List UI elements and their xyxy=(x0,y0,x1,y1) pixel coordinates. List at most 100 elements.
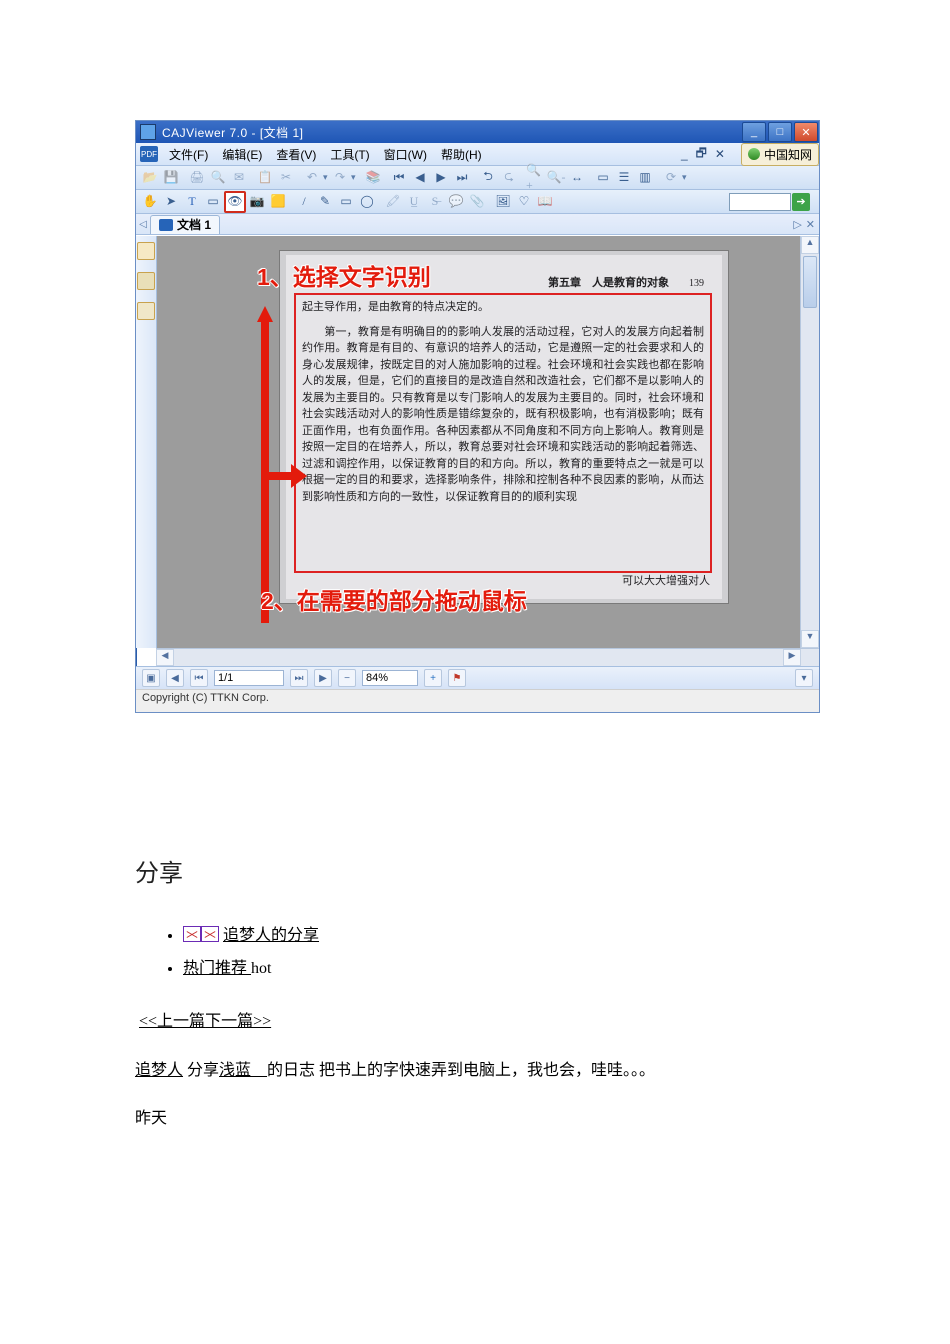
prev-page-icon[interactable]: ◀ xyxy=(410,168,430,188)
status-dropdown-icon[interactable]: ▾ xyxy=(795,669,813,687)
author-link[interactable]: 追梦人 xyxy=(135,1062,183,1079)
scroll-right-icon[interactable]: ▶ xyxy=(783,649,801,666)
menubar: PDF 文件(F) 编辑(E) 查看(V) 工具(T) 窗口(W) 帮助(H) … xyxy=(136,143,819,166)
doc-tab[interactable]: 文档 1 xyxy=(150,215,220,234)
first-page-icon[interactable]: ⏮ xyxy=(389,168,409,188)
menu-help[interactable]: 帮助(H) xyxy=(434,144,489,165)
ellipse-icon[interactable]: ◯ xyxy=(357,192,377,212)
zoom-out-btn-icon[interactable]: − xyxy=(338,669,356,687)
zoom-out-icon[interactable]: 🔍- xyxy=(546,168,566,188)
list-item: 追梦人的分享 xyxy=(183,922,820,951)
style-combo[interactable] xyxy=(729,193,791,211)
open-icon[interactable]: 📂 xyxy=(140,168,160,188)
prev-link[interactable]: <<上一篇 xyxy=(139,1013,205,1030)
highlight-icon[interactable]: 🖍 xyxy=(383,192,403,212)
ocr-selection-box: 起主导作用，是由教育的特点决定的。 第一，教育是有明确目的的影响人发展的活动过程… xyxy=(294,293,712,573)
layout-mode-icon[interactable]: ▣ xyxy=(142,669,160,687)
stamp-icon[interactable]: 🟨 xyxy=(268,192,288,212)
next-link[interactable]: 下一篇>> xyxy=(205,1013,271,1030)
statusbar: ▣ ◀ ⏮ ⏭ ▶ − + ⚑ ▾ xyxy=(136,666,819,689)
side-bookmark-icon[interactable] xyxy=(137,242,155,260)
zoom-field[interactable] xyxy=(362,670,418,686)
hot-link[interactable]: 热门推荐 xyxy=(183,960,251,977)
print-icon[interactable]: 🖨 xyxy=(187,168,207,188)
note-icon[interactable]: 💬 xyxy=(446,192,466,212)
next-page-icon[interactable]: ▶ xyxy=(431,168,451,188)
share-heading: 分享 xyxy=(135,853,820,896)
tab-scroll-left-icon[interactable]: ◁ xyxy=(136,219,150,230)
tab-scroll-right-icon[interactable]: ▷ xyxy=(793,218,801,231)
scroll-up-icon[interactable]: ▲ xyxy=(801,236,819,254)
forward-icon[interactable]: ⮎ xyxy=(499,168,519,188)
menu-edit[interactable]: 编辑(E) xyxy=(215,144,269,165)
page-prev-icon[interactable]: ◀ xyxy=(166,669,184,687)
attach-icon[interactable]: 📎 xyxy=(467,192,487,212)
pointer-tool-icon[interactable]: ➤ xyxy=(161,192,181,212)
underline-icon[interactable]: U̲ xyxy=(404,192,424,212)
hand-tool-icon[interactable]: ✋ xyxy=(140,192,160,212)
status-flag-icon[interactable]: ⚑ xyxy=(448,669,466,687)
go-button[interactable]: ➔ xyxy=(792,193,810,211)
tab-close-icon[interactable]: ✕ xyxy=(806,218,815,231)
redo-icon[interactable]: ↷ xyxy=(330,168,350,188)
scroll-left-icon[interactable]: ◀ xyxy=(156,649,174,666)
cnki-link[interactable]: 中国知网 xyxy=(741,143,819,166)
share-list: 追梦人的分享 热门推荐 hot xyxy=(135,922,820,984)
menu-file[interactable]: 文件(F) xyxy=(162,144,215,165)
line-icon[interactable]: / xyxy=(294,192,314,212)
broken-image-icon xyxy=(183,926,201,942)
hot-suffix: hot xyxy=(251,960,271,977)
layout-facing-icon[interactable]: ▥ xyxy=(635,168,655,188)
like-icon[interactable]: ♡ xyxy=(514,192,534,212)
zoom-in-icon[interactable]: 🔍+ xyxy=(525,168,545,188)
maximize-button[interactable]: □ xyxy=(768,122,792,142)
cut-icon[interactable]: ✂ xyxy=(276,168,296,188)
pencil-icon[interactable]: ✎ xyxy=(315,192,335,212)
back-icon[interactable]: ⮌ xyxy=(478,168,498,188)
book-icon[interactable]: 📚 xyxy=(363,168,383,188)
annotation-step1: 1、选择文字识别 xyxy=(257,258,431,292)
undo-icon[interactable]: ↶ xyxy=(302,168,322,188)
area-select-icon[interactable]: ▭ xyxy=(203,192,223,212)
mail-icon[interactable]: ✉ xyxy=(229,168,249,188)
toolbar-1: 📂 💾 🖨 🔍 ✉ 📋 ✂ ↶▾ ↷▾ 📚 ⏮ ◀ ▶ ⏭ ⮌ ⮎ 🔍+ 🔍- … xyxy=(136,166,819,190)
zoom-in-btn-icon[interactable]: + xyxy=(424,669,442,687)
doc-line-lead: 起主导作用，是由教育的特点决定的。 xyxy=(296,295,710,320)
layout-single-icon[interactable]: ▭ xyxy=(593,168,613,188)
scroll-down-icon[interactable]: ▼ xyxy=(801,630,819,648)
save-icon[interactable]: 💾 xyxy=(161,168,181,188)
mdi-minimize-button[interactable]: _ xyxy=(677,147,692,161)
side-thumbs-icon[interactable] xyxy=(137,272,155,290)
page-last-icon[interactable]: ⏭ xyxy=(290,669,308,687)
find-icon[interactable]: 🔍 xyxy=(208,168,228,188)
last-page-icon[interactable]: ⏭ xyxy=(452,168,472,188)
close-button[interactable]: ✕ xyxy=(794,122,818,142)
page-next-icon[interactable]: ▶ xyxy=(314,669,332,687)
source-link[interactable]: 浅蓝 xyxy=(219,1062,267,1079)
mdi-restore-button[interactable]: 🗗 xyxy=(692,144,711,165)
text-select-icon[interactable]: T xyxy=(182,192,202,212)
page-field[interactable] xyxy=(214,670,284,686)
snapshot-icon[interactable]: 📷 xyxy=(247,192,267,212)
layout-cont-icon[interactable]: ☰ xyxy=(614,168,634,188)
ocr-tool-icon[interactable]: 👁 xyxy=(224,191,246,213)
side-annot-icon[interactable] xyxy=(137,302,155,320)
menu-tools[interactable]: 工具(T) xyxy=(323,144,376,165)
vertical-scrollbar[interactable]: ▲ ▼ xyxy=(800,236,819,648)
canvas[interactable]: 第五章 人是教育的对象139 起主导作用，是由教育的特点决定的。 第一，教育是有… xyxy=(157,236,800,648)
page-first-icon[interactable]: ⏮ xyxy=(190,669,208,687)
horizontal-scrollbar[interactable]: ◀ ▶ xyxy=(156,648,819,666)
menu-view[interactable]: 查看(V) xyxy=(269,144,323,165)
scroll-thumb[interactable] xyxy=(803,256,817,308)
menu-window[interactable]: 窗口(W) xyxy=(377,144,434,165)
mdi-close-button[interactable]: ✕ xyxy=(711,147,729,161)
rect-icon[interactable]: ▭ xyxy=(336,192,356,212)
copy-icon[interactable]: 📋 xyxy=(255,168,275,188)
dict-icon[interactable]: 📖 xyxy=(535,192,555,212)
my-shares-link[interactable]: 追梦人的分享 xyxy=(223,927,319,944)
minimize-button[interactable]: _ xyxy=(742,122,766,142)
image-icon[interactable]: 🖼 xyxy=(493,192,513,212)
zoom-fit-icon[interactable]: ↔ xyxy=(567,168,587,188)
rotate-icon[interactable]: ⟳ xyxy=(661,168,681,188)
strike-icon[interactable]: S̶ xyxy=(425,192,445,212)
